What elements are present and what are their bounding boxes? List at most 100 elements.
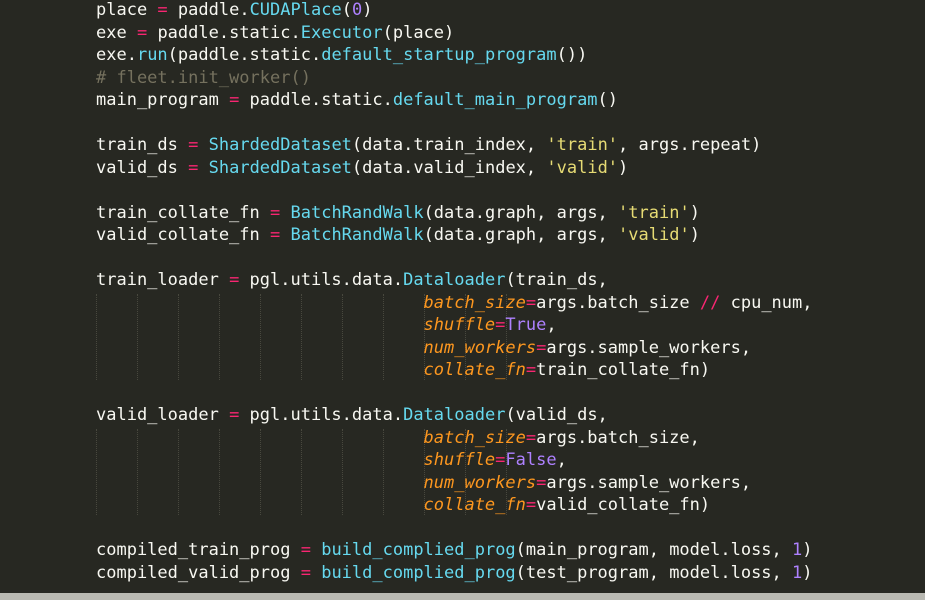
code-line[interactable]: train_ds = ShardedDataset(data.train_ind… [96,134,813,157]
code-token: args.batch_size [536,292,700,313]
code-token: = [136,22,148,43]
code-line[interactable]: batch_size=args.batch_size, [96,427,813,450]
code-token: ()) [556,45,588,65]
code-editor[interactable]: place = paddle.CUDAPlace(0) exe = paddle.… [0,0,925,600]
code-line[interactable]: valid_loader = pgl.utils.data.Dataloader… [96,404,813,427]
code-line[interactable]: compiled_valid_prog = build_complied_pro… [96,562,813,585]
code-token: ) [689,202,700,223]
code-token: (data.graph, args, [423,225,619,245]
code-token: (data.graph, args, [423,202,619,223]
code-token: valid_ds [96,157,189,178]
code-token: , [546,315,557,335]
code-token: (train_ds, [505,270,608,290]
code-token: = [536,337,547,358]
code-token: num_workers [423,337,537,358]
code-line[interactable] [96,247,813,270]
code-line[interactable] [96,112,813,135]
code-token: compiled_train_prog [96,540,301,560]
code-line[interactable]: main_program = paddle.static.default_mai… [96,89,813,112]
code-token: exe [96,22,137,43]
code-token: = [229,270,240,290]
code-token: = [300,540,311,560]
code-token: args.batch_size, [536,427,700,448]
code-token: = [300,562,311,583]
code-token: = [229,90,240,110]
code-line[interactable]: num_workers=args.sample_workers, [96,337,813,360]
horizontal-scrollbar[interactable] [0,593,925,600]
code-token: () [597,90,619,110]
code-token: 'train' [618,202,690,223]
code-line[interactable] [96,179,813,202]
code-token: (data.train_index, [351,135,547,155]
code-area[interactable]: place = paddle.CUDAPlace(0) exe = paddle.… [96,0,813,584]
code-token: = [188,157,199,178]
code-token: , args.repeat) [618,135,762,155]
code-token: Executor [300,22,383,43]
code-line[interactable]: place = paddle.CUDAPlace(0) [96,0,813,22]
code-token: exe. [96,45,137,65]
code-line[interactable]: collate_fn=train_collate_fn) [96,359,813,382]
code-token: args.sample_workers, [546,472,752,493]
code-token: 'valid' [546,157,619,178]
code-line[interactable] [96,517,813,540]
scrollbar-thumb[interactable] [0,593,925,600]
code-line[interactable]: valid_collate_fn = BatchRandWalk(data.gr… [96,224,813,247]
code-token: Dataloader [403,270,506,290]
code-token: collate_fn [423,360,526,380]
code-token: = [229,405,240,425]
code-token: train_collate_fn) [536,360,711,380]
code-token: collate_fn [423,495,526,515]
code-line[interactable]: valid_ds = ShardedDataset(data.valid_ind… [96,157,813,180]
code-line[interactable]: # fleet.init_worker() [96,67,813,90]
code-token: train_collate_fn [96,202,270,223]
code-line[interactable]: collate_fn=valid_collate_fn) [96,494,813,517]
code-token: False [505,450,557,470]
code-token: 1 [792,562,803,583]
code-line[interactable]: num_workers=args.sample_workers, [96,472,813,495]
code-token: = [536,472,547,493]
code-token: paddle. [167,0,250,20]
code-token: place [96,0,158,20]
code-token: ) [802,562,813,583]
code-token: compiled_valid_prog [96,562,301,583]
code-token: shuffle [423,450,496,470]
code-token: ( [341,0,352,20]
code-token: = [525,427,537,448]
code-line[interactable]: train_collate_fn = BatchRandWalk(data.gr… [96,202,813,225]
code-token: run [136,45,168,65]
code-token: (data.valid_index, [351,157,547,178]
code-line[interactable]: compiled_train_prog = build_complied_pro… [96,539,813,562]
code-line[interactable]: exe = paddle.static.Executor(place) [96,22,813,45]
code-token: build_complied_prog [321,540,516,560]
code-token: = [525,292,537,313]
code-line[interactable]: train_loader = pgl.utils.data.Dataloader… [96,269,813,292]
code-token: paddle.static. [239,90,393,110]
code-token: valid_collate_fn [96,225,270,245]
code-token: pgl.utils.data. [239,405,404,425]
code-line[interactable]: batch_size=args.batch_size // cpu_num, [96,292,813,315]
code-token: valid_loader [96,405,230,425]
code-token: 'train' [546,135,619,155]
code-token: True [505,315,547,335]
code-token: BatchRandWalk [290,225,424,245]
code-token: batch_size [423,427,526,448]
code-line[interactable] [96,382,813,405]
code-line[interactable]: exe.run(paddle.static.default_startup_pr… [96,44,813,67]
code-token: train_loader [96,270,230,290]
code-line[interactable]: shuffle=False, [96,449,813,472]
code-token: = [157,0,168,20]
code-token: (valid_ds, [505,405,608,425]
code-token: ShardedDataset [208,135,352,155]
code-token: CUDAPlace [249,0,342,20]
code-line[interactable]: shuffle=True, [96,314,813,337]
